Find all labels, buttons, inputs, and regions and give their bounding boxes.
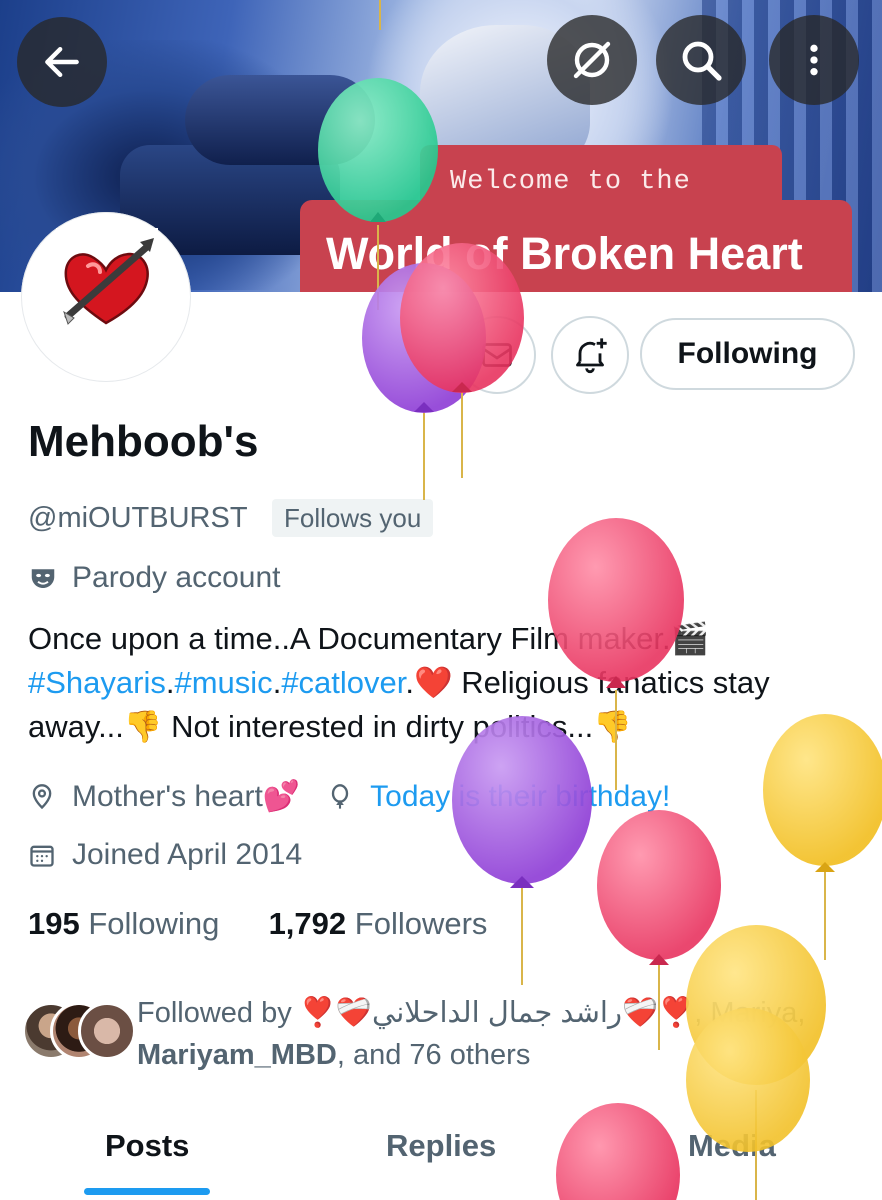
- bio-text: Not interested in dirty politics...: [162, 709, 594, 744]
- followed-by-text[interactable]: Followed by ❣️❤️‍🩹راشد جمال الداحلاني❤️‍…: [137, 992, 877, 1076]
- follows-you-badge: Follows you: [272, 499, 434, 537]
- followed-by-user: ❣️❤️‍🩹راشد جمال الداحلاني❤️‍🩹❣️: [299, 997, 695, 1029]
- profile-bio: Once upon a time..A Documentary Film mak…: [28, 617, 858, 749]
- heart-emoji: ❤️: [414, 665, 453, 700]
- followers-count: 1,792: [268, 906, 347, 941]
- profile-tabs: Posts Replies Media: [0, 1110, 882, 1200]
- thumbs-down-emoji: 👎: [593, 709, 632, 744]
- hashtag-link[interactable]: #catlover: [281, 665, 405, 700]
- balloon-yellow: [763, 714, 882, 960]
- parody-label-row: Parody account: [28, 561, 280, 595]
- bio-text: Once upon a time..A Documentary Film mak…: [28, 621, 671, 656]
- following-button[interactable]: Following: [640, 318, 855, 390]
- mask-icon: [31, 569, 55, 588]
- hashtag-link[interactable]: #Shayaris: [28, 665, 166, 700]
- profile-name: Mehboob's: [28, 417, 259, 466]
- thumbs-down-emoji: 👎: [123, 709, 163, 744]
- profile-handle: @miOUTBURST: [28, 502, 248, 534]
- notifications-button[interactable]: [551, 316, 629, 394]
- followed-by-user: , Mariya,: [694, 997, 806, 1029]
- birthday-link[interactable]: Today is their birthday!: [370, 780, 670, 814]
- back-button[interactable]: [17, 17, 107, 107]
- location-pin-icon: [32, 783, 52, 809]
- joined-text: Joined April 2014: [72, 838, 303, 871]
- following-count-link[interactable]: 195 Following: [28, 906, 219, 941]
- followed-by-suffix: , and 76 others: [336, 1039, 531, 1071]
- joined-row: Joined April 2014: [28, 838, 302, 872]
- banner-camera-lens: [185, 75, 375, 165]
- active-tab-indicator: [84, 1188, 210, 1195]
- tab-media[interactable]: Media: [688, 1128, 776, 1164]
- arrow-left-icon: [45, 46, 79, 78]
- circle-slash-icon: [573, 41, 611, 79]
- banner-title-text: World of Broken Heart: [326, 228, 803, 279]
- bio-dot: .: [405, 665, 415, 700]
- following-count: 195: [28, 906, 80, 941]
- search-button[interactable]: [656, 15, 746, 105]
- balloon-icon: [332, 783, 349, 809]
- more-button[interactable]: [769, 15, 859, 105]
- tab-posts[interactable]: Posts: [105, 1128, 189, 1164]
- broken-heart-arrow-icon: [63, 238, 154, 325]
- following-label: Following: [88, 906, 220, 941]
- balloon-purple: [452, 716, 592, 985]
- search-icon: [682, 41, 722, 81]
- grok-button[interactable]: [547, 15, 637, 105]
- follower-avatar: [78, 1002, 136, 1060]
- clapper-emoji: 🎬: [670, 621, 710, 656]
- location-text: Mother's heart💕: [72, 780, 301, 813]
- followers-count-link[interactable]: 1,792 Followers: [269, 906, 488, 941]
- avatar-image: [56, 228, 158, 356]
- banner-welcome-text: Welcome to the: [450, 167, 691, 197]
- envelope-icon: [482, 343, 512, 367]
- message-button[interactable]: [458, 316, 536, 394]
- calendar-icon: [30, 845, 54, 867]
- tab-replies[interactable]: Replies: [386, 1128, 496, 1164]
- hashtag-link[interactable]: #music: [174, 665, 272, 700]
- followers-label: Followers: [354, 906, 488, 941]
- followed-by-user: Mariyam_MBD: [137, 1039, 337, 1071]
- bell-plus-icon: [576, 338, 607, 373]
- follow-counts: 195 Following 1,792 Followers: [28, 906, 487, 942]
- more-vertical-icon: [810, 44, 818, 76]
- followed-by-prefix: Followed by: [137, 997, 300, 1029]
- parody-label: Parody account: [72, 561, 281, 594]
- location-row: Mother's heart💕 Today is their birthday!: [28, 779, 670, 814]
